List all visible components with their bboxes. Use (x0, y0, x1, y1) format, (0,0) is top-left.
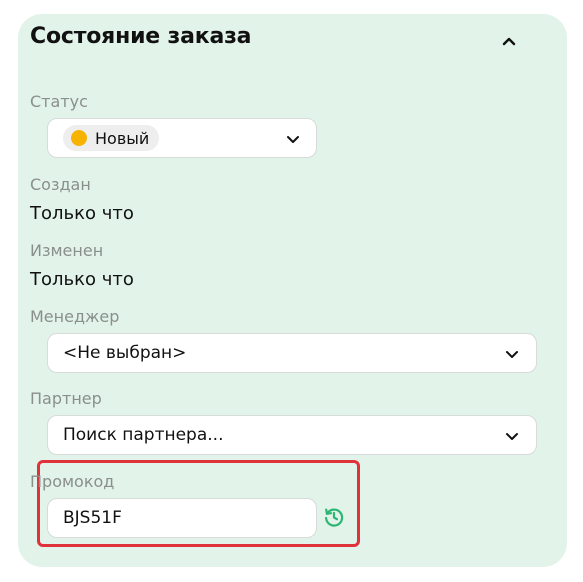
modified-value: Только что (30, 269, 134, 290)
promo-input[interactable] (47, 498, 317, 538)
status-chip: Новый (63, 125, 160, 151)
history-icon (325, 508, 344, 527)
chevron-up-icon (502, 37, 516, 46)
created-label: Создан (30, 175, 91, 194)
partner-label: Партнер (30, 389, 102, 408)
status-label: Статус (30, 92, 88, 111)
promo-label: Промокод (30, 472, 115, 491)
panel-title: Состояние заказа (30, 24, 252, 49)
collapse-button[interactable] (497, 30, 521, 54)
status-value: Новый (95, 128, 150, 148)
chevron-down-icon (506, 433, 518, 440)
partner-placeholder: Поиск партнера... (63, 425, 224, 445)
promo-history-button[interactable] (322, 505, 346, 529)
modified-label: Изменен (30, 241, 104, 260)
status-select[interactable]: Новый (47, 118, 317, 158)
chevron-down-icon (506, 351, 518, 358)
partner-select[interactable]: Поиск партнера... (47, 415, 537, 455)
created-value: Только что (30, 203, 134, 224)
status-dot (71, 130, 87, 146)
manager-select[interactable]: <Не выбран> (47, 333, 537, 373)
chevron-down-icon (287, 136, 299, 143)
manager-label: Менеджер (30, 307, 120, 326)
manager-value: <Не выбран> (63, 343, 187, 363)
